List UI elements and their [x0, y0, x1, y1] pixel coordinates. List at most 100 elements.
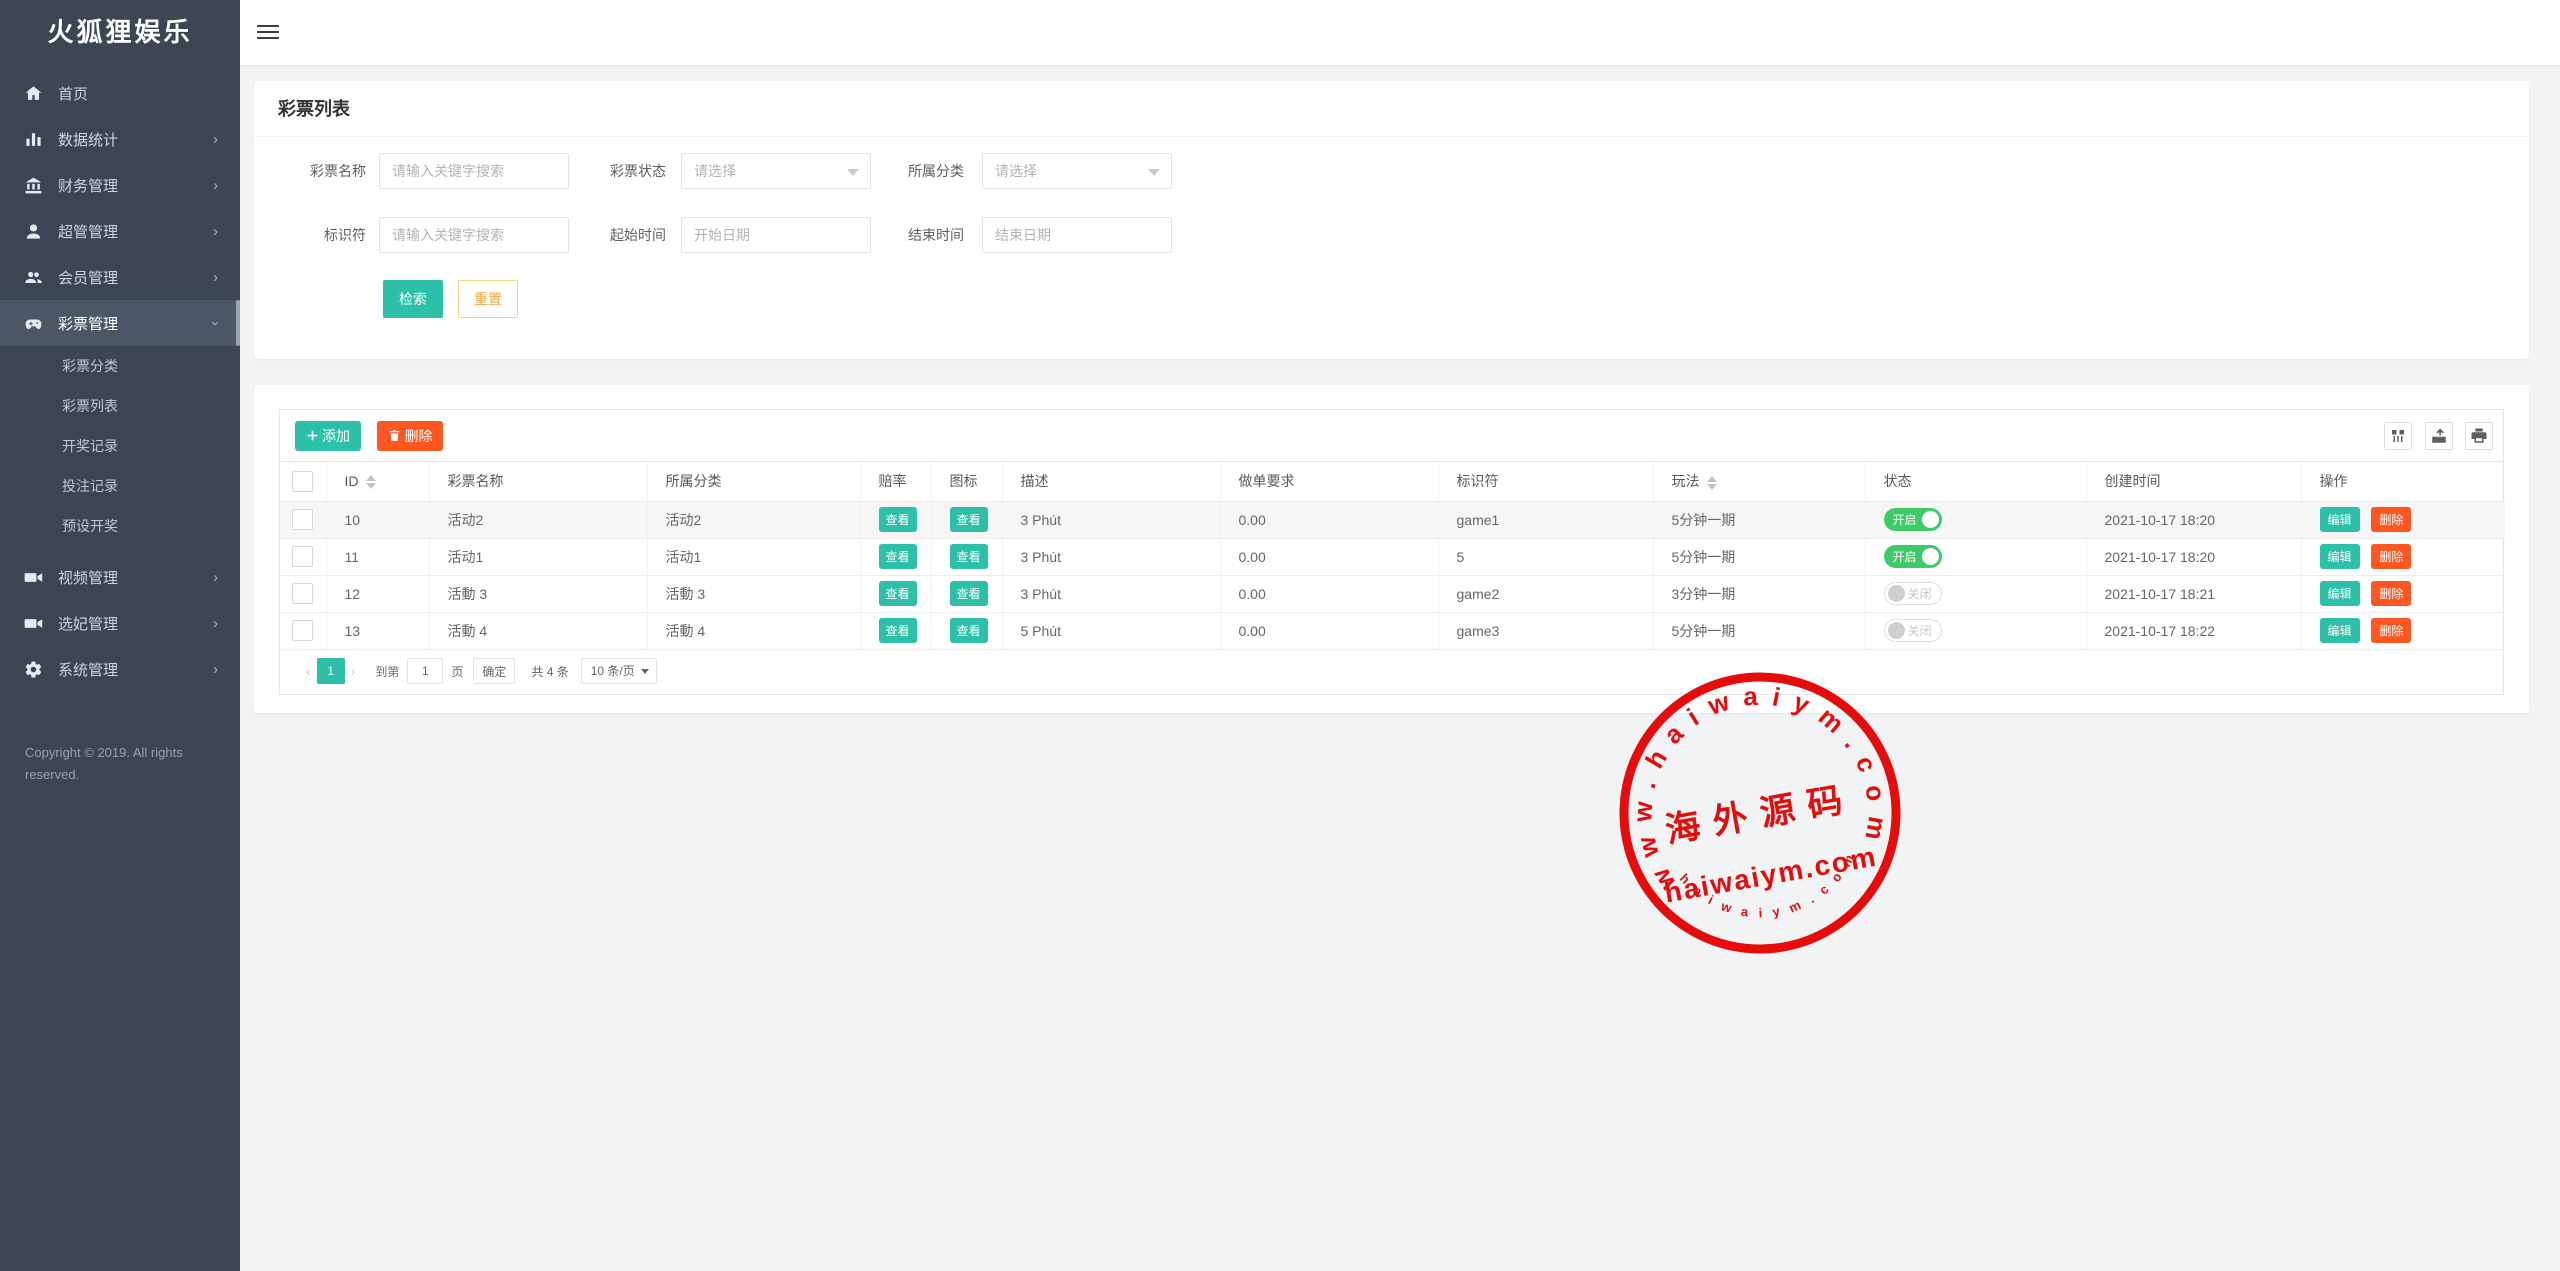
identifier-input[interactable] — [379, 217, 569, 253]
delete-button[interactable]: 删除 — [2371, 544, 2411, 569]
view-odds-button[interactable]: 查看 — [879, 507, 917, 532]
lottery-name-input[interactable] — [379, 153, 569, 189]
sidebar-item[interactable]: 首页 — [0, 70, 240, 116]
cell-play-style: 5分钟一期 — [1653, 612, 1865, 649]
view-icon-button[interactable]: 查看 — [950, 581, 988, 606]
sidebar-subitem[interactable]: 彩票列表 — [0, 386, 240, 426]
column-header: 状态 — [1865, 462, 2086, 501]
sidebar-item[interactable]: 数据统计 — [0, 116, 240, 162]
sidebar-subitem[interactable]: 投注记录 — [0, 466, 240, 506]
lottery-table: ID 彩票名称 所属分类 赔率 图标 描述 做单要求 标识符 — [280, 462, 2505, 650]
sidebar-item-label: 会员管理 — [58, 267, 206, 288]
stamp-center-cn: 海外源码 — [1662, 779, 1858, 851]
edit-button[interactable]: 编辑 — [2320, 507, 2360, 532]
cell-description: 3 Phút — [1002, 575, 1220, 612]
view-icon-button[interactable]: 查看 — [950, 507, 988, 532]
sidebar-item[interactable]: 系统管理 — [0, 646, 240, 692]
export-button[interactable] — [2425, 422, 2453, 450]
menu-toggle-icon[interactable] — [257, 25, 279, 40]
plus-icon — [306, 429, 319, 442]
status-toggle[interactable]: 开启 — [1884, 545, 1942, 568]
category-label: 所属分类 — [852, 153, 964, 189]
goto-confirm-button[interactable]: 确定 — [473, 658, 515, 684]
row-checkbox[interactable] — [292, 546, 313, 567]
cell-name: 活动1 — [429, 538, 647, 575]
view-odds-button[interactable]: 查看 — [879, 581, 917, 606]
column-header: 所属分类 — [647, 462, 860, 501]
next-page-button[interactable]: › — [345, 663, 362, 679]
table-wrapper: 添加 删除 ID 彩票名称 — [279, 409, 2504, 695]
reset-button[interactable]: 重置 — [458, 280, 518, 318]
row-checkbox[interactable] — [292, 509, 313, 530]
edit-button[interactable]: 编辑 — [2320, 618, 2360, 643]
sort-icon[interactable] — [1707, 476, 1717, 490]
sidebar-item[interactable]: 彩票管理 — [0, 300, 240, 346]
start-date-input[interactable] — [681, 217, 871, 253]
start-time-label: 起始时间 — [554, 217, 666, 253]
print-button[interactable] — [2465, 422, 2493, 450]
prev-page-button[interactable]: ‹ — [300, 663, 317, 679]
app-logo: 火狐狸娱乐 — [0, 0, 240, 65]
search-button[interactable]: 检索 — [383, 280, 443, 318]
sort-icon[interactable] — [366, 475, 376, 489]
table-row: 13 活動 4 活動 4 查看 查看 5 Phút 0.00 game3 5分钟… — [280, 612, 2505, 649]
toggle-knob — [1888, 622, 1905, 639]
table-body: 10 活动2 活动2 查看 查看 3 Phút 0.00 game1 5分钟一期… — [280, 501, 2505, 649]
cell-order-requirement: 0.00 — [1220, 612, 1438, 649]
status-toggle-label: 关闭 — [1907, 585, 1931, 602]
table-row: 11 活动1 活动1 查看 查看 3 Phút 0.00 5 5分钟一期 开启 — [280, 538, 2505, 575]
cell-description: 5 Phút — [1002, 612, 1220, 649]
sidebar-item[interactable]: 视频管理 — [0, 554, 240, 600]
status-toggle[interactable]: 关闭 — [1884, 619, 1942, 642]
sidebar-subitem[interactable]: 开奖记录 — [0, 426, 240, 466]
cell-identifier: game2 — [1438, 575, 1653, 612]
video-icon — [24, 568, 43, 587]
chevron-icon — [206, 315, 218, 332]
category-select[interactable]: 请选择 — [982, 153, 1172, 189]
sidebar-item[interactable]: 选妃管理 — [0, 600, 240, 646]
end-date-input[interactable] — [982, 217, 1172, 253]
cell-order-requirement: 0.00 — [1220, 501, 1438, 538]
status-toggle[interactable]: 关闭 — [1884, 582, 1942, 605]
column-header: 标识符 — [1438, 462, 1653, 501]
cell-description: 3 Phút — [1002, 501, 1220, 538]
delete-button[interactable]: 删除 — [2371, 581, 2411, 606]
row-checkbox[interactable] — [292, 620, 313, 641]
cell-created-time: 2021-10-17 18:20 — [2086, 538, 2301, 575]
sidebar-item[interactable]: 会员管理 — [0, 254, 240, 300]
lottery-status-select[interactable]: 请选择 — [681, 153, 871, 189]
video-icon — [24, 614, 43, 633]
status-toggle[interactable]: 开启 — [1884, 508, 1942, 531]
cell-description: 3 Phút — [1002, 538, 1220, 575]
delete-selected-button[interactable]: 删除 — [377, 421, 443, 451]
view-icon-button[interactable]: 查看 — [950, 618, 988, 643]
gear-icon — [24, 660, 43, 679]
toggle-knob — [1922, 511, 1939, 528]
view-icon-button[interactable]: 查看 — [950, 544, 988, 569]
sidebar-subitem[interactable]: 彩票分类 — [0, 346, 240, 386]
row-checkbox[interactable] — [292, 583, 313, 604]
edit-button[interactable]: 编辑 — [2320, 581, 2360, 606]
sidebar-subitem[interactable]: 预设开奖 — [0, 506, 240, 546]
sidebar-item[interactable]: 财务管理 — [0, 162, 240, 208]
cell-id: 13 — [326, 612, 429, 649]
sidebar-bottom-items: 视频管理 选妃管理 系统管理 — [0, 554, 240, 692]
delete-button[interactable]: 删除 — [2371, 618, 2411, 643]
copyright-text: Copyright © 2019. All rights reserved. — [25, 742, 217, 786]
total-count-label: 共 4 条 — [531, 663, 568, 680]
column-header: 做单要求 — [1220, 462, 1438, 501]
view-odds-button[interactable]: 查看 — [879, 544, 917, 569]
sidebar-item-label: 首页 — [58, 83, 206, 104]
add-button[interactable]: 添加 — [295, 421, 361, 451]
cell-play-style: 3分钟一期 — [1653, 575, 1865, 612]
page-size-select[interactable]: 10 条/页 — [581, 658, 657, 684]
select-all-checkbox[interactable] — [292, 471, 313, 492]
goto-page-input[interactable] — [407, 658, 443, 684]
columns-filter-button[interactable] — [2384, 422, 2412, 450]
edit-button[interactable]: 编辑 — [2320, 544, 2360, 569]
delete-button[interactable]: 删除 — [2371, 507, 2411, 532]
sidebar-scrollbar-thumb[interactable] — [236, 300, 240, 346]
sidebar-item[interactable]: 超管管理 — [0, 208, 240, 254]
page-number-button[interactable]: 1 — [317, 658, 345, 684]
view-odds-button[interactable]: 查看 — [879, 618, 917, 643]
